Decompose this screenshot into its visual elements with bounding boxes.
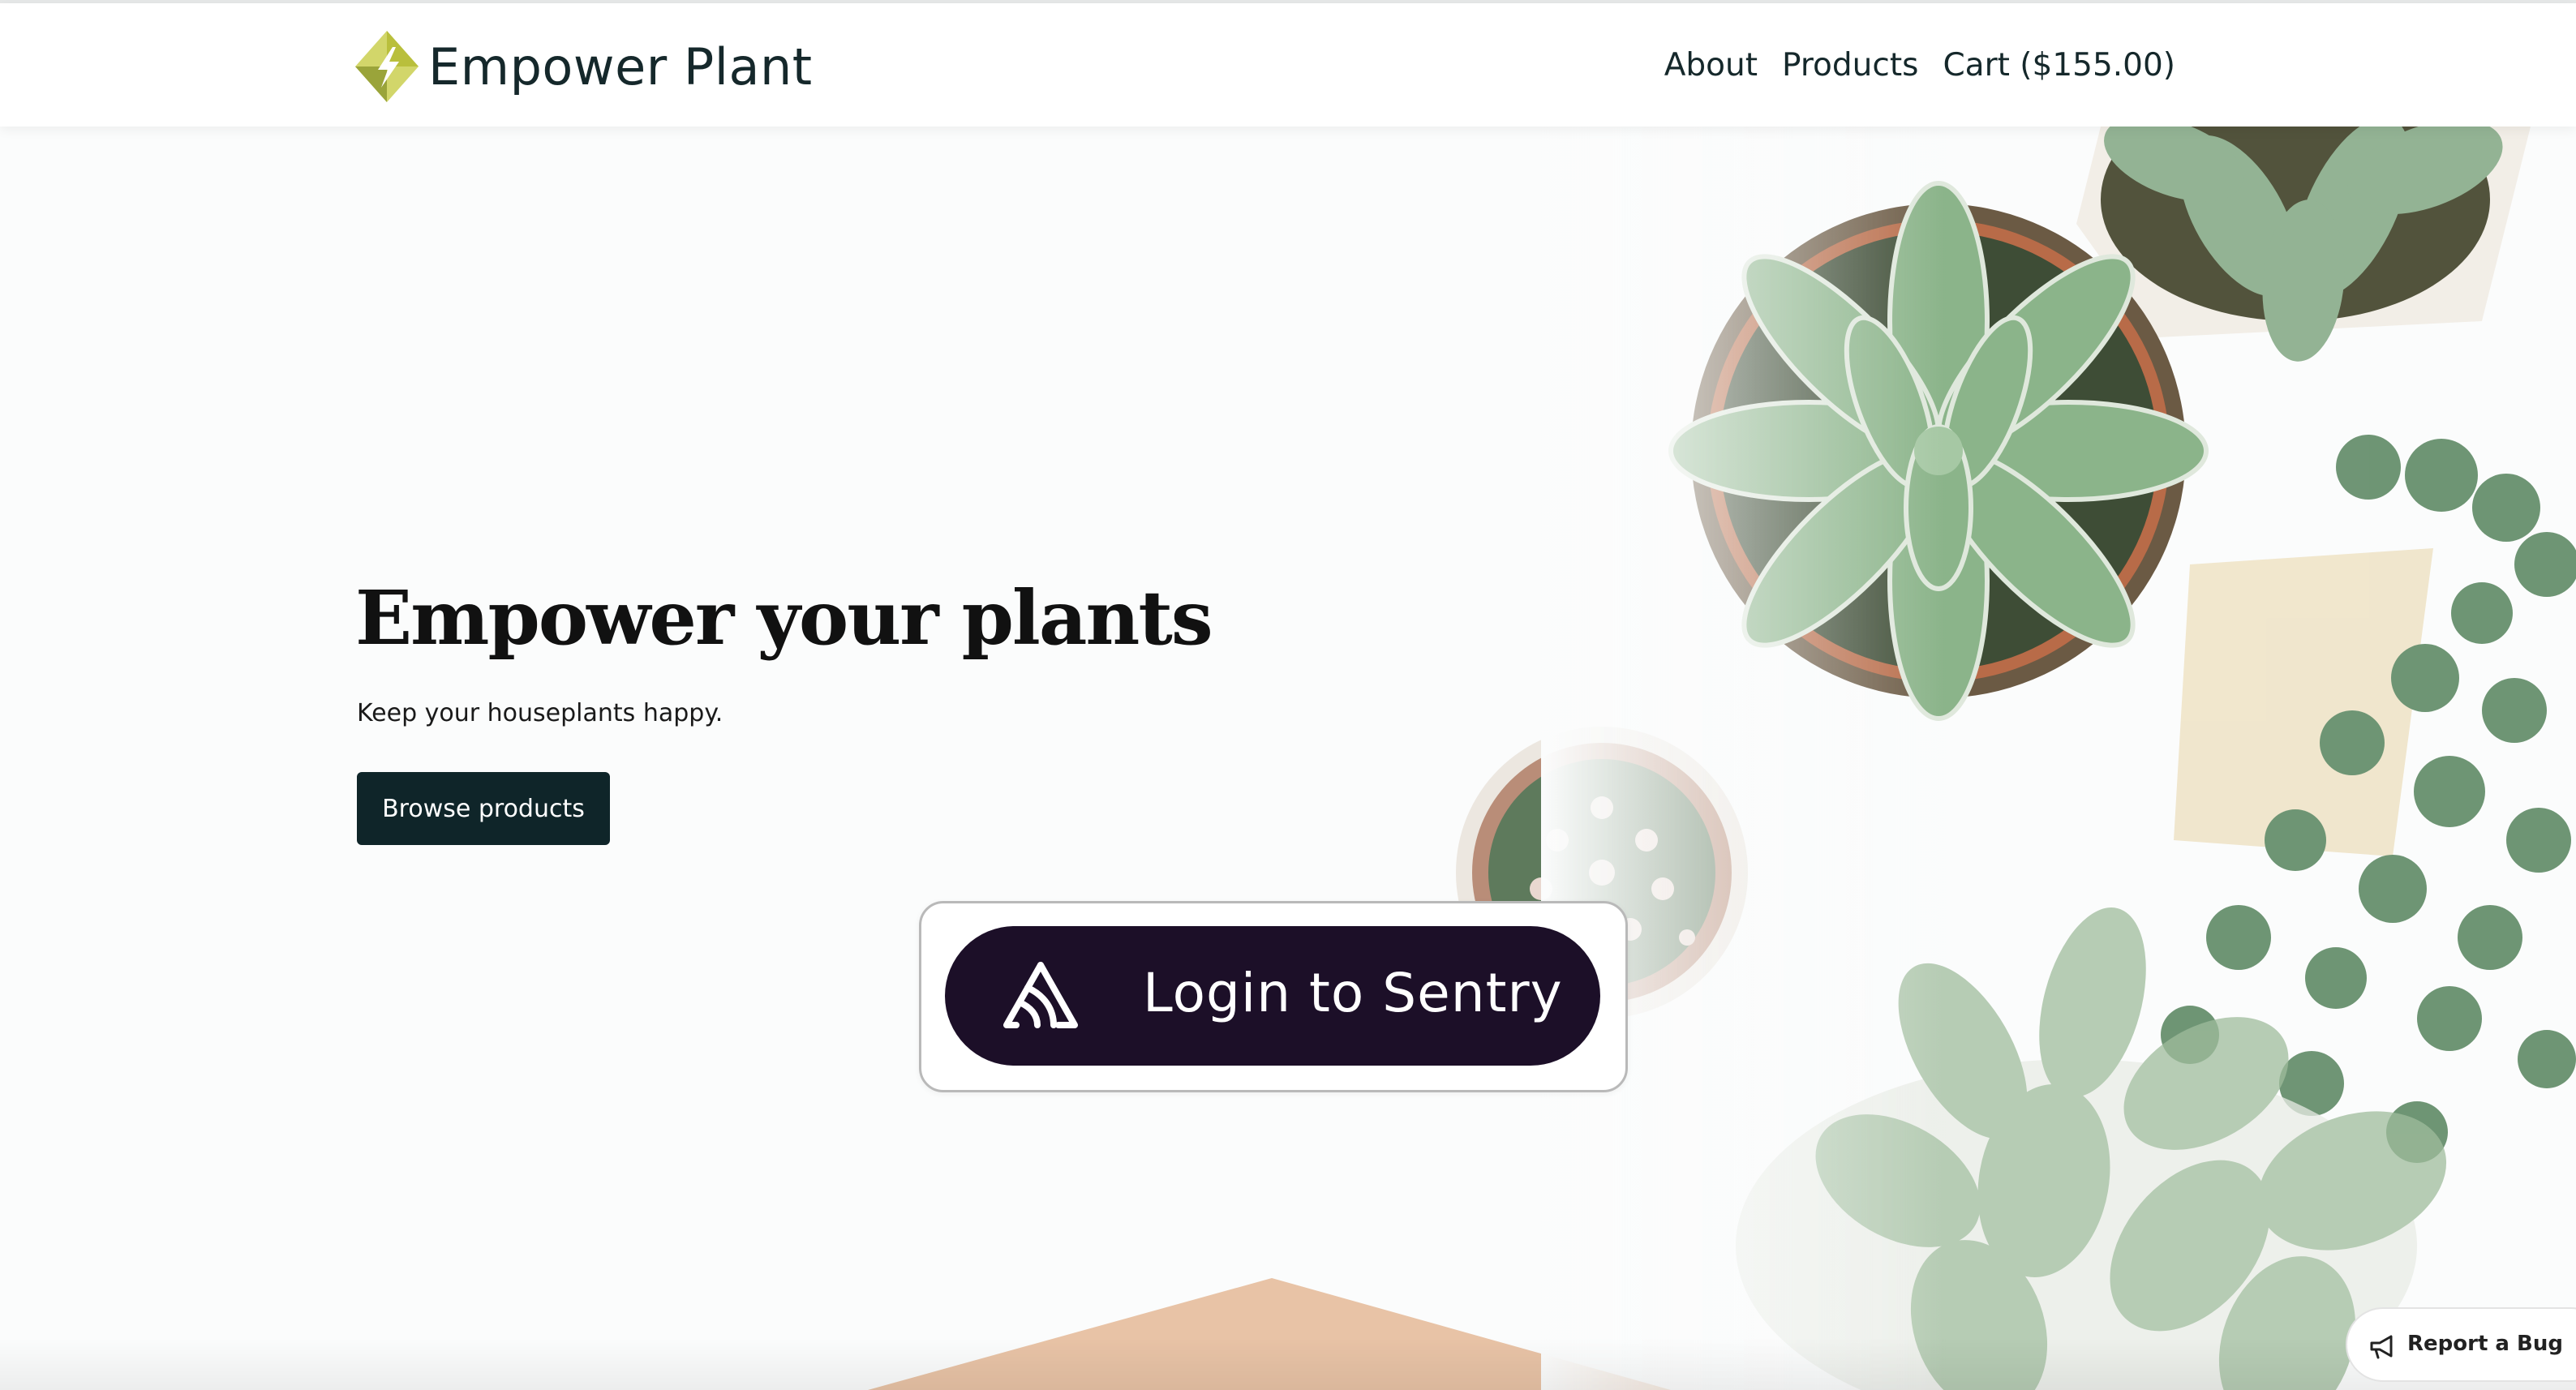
- hero-subtitle: Keep your houseplants happy.: [357, 699, 723, 727]
- brand-name[interactable]: Empower Plant: [428, 37, 813, 97]
- nav-cart-link[interactable]: Cart ($155.00): [1943, 47, 2175, 84]
- sentry-logo-icon: [1003, 962, 1078, 1028]
- bottom-edge-shadow: [0, 1338, 2576, 1390]
- main-nav: About Products Cart ($155.00): [1664, 47, 2175, 84]
- login-to-sentry-button[interactable]: Login to Sentry: [945, 926, 1600, 1066]
- lightning-diamond-icon[interactable]: [354, 29, 420, 104]
- plants-background-image: [868, 127, 2576, 1390]
- hero-section: Empower your plants Keep your houseplant…: [0, 127, 2576, 1390]
- site-header: Empower Plant About Products Cart ($155.…: [0, 3, 2576, 127]
- nav-products-link[interactable]: Products: [1782, 47, 1918, 84]
- megaphone-icon: [2370, 1335, 2393, 1359]
- login-label: Login to Sentry: [1143, 962, 1563, 1024]
- report-bug-button[interactable]: Report a Bug: [2346, 1307, 2576, 1382]
- report-bug-label: Report a Bug: [2407, 1332, 2563, 1356]
- browse-products-button[interactable]: Browse products: [357, 772, 610, 845]
- nav-about-link[interactable]: About: [1664, 47, 1758, 84]
- hero-title: Empower your plants: [355, 574, 1213, 662]
- hero-fade-overlay: [1541, 127, 1947, 1390]
